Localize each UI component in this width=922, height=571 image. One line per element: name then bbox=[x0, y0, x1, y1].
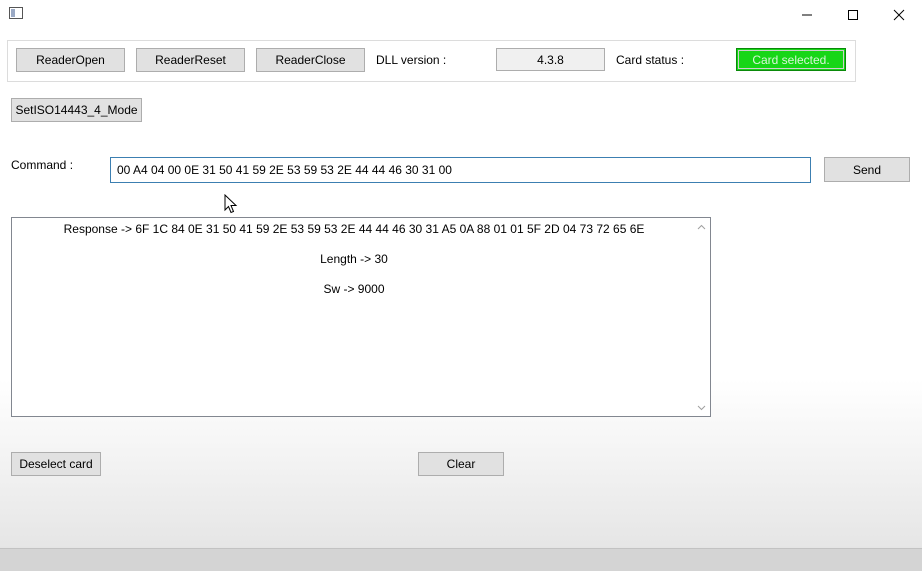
card-status-label: Card status : bbox=[616, 53, 685, 67]
length-line: Length -> 30 bbox=[320, 252, 388, 266]
reader-reset-button[interactable]: ReaderReset bbox=[136, 48, 245, 72]
close-icon bbox=[893, 9, 905, 21]
scroll-down-arrow-icon[interactable] bbox=[693, 399, 710, 416]
response-scrollbar[interactable] bbox=[693, 218, 710, 416]
maximize-icon bbox=[848, 10, 858, 20]
mouse-pointer-icon bbox=[224, 194, 238, 214]
maximize-button[interactable] bbox=[830, 0, 876, 30]
sw-line: Sw -> 9000 bbox=[323, 282, 385, 296]
dll-version-value: 4.3.8 bbox=[496, 48, 605, 71]
status-bar bbox=[0, 548, 922, 571]
deselect-card-button[interactable]: Deselect card bbox=[11, 452, 101, 476]
dll-version-label: DLL version : bbox=[376, 53, 447, 67]
response-line: Response -> 6F 1C 84 0E 31 50 41 59 2E 5… bbox=[63, 222, 645, 236]
clear-button[interactable]: Clear bbox=[418, 452, 504, 476]
app-window-icon bbox=[9, 7, 23, 19]
reader-close-button[interactable]: ReaderClose bbox=[256, 48, 365, 72]
card-status-value: Card selected. bbox=[736, 48, 846, 71]
send-button[interactable]: Send bbox=[824, 157, 910, 182]
command-input[interactable] bbox=[110, 157, 811, 183]
reader-open-button[interactable]: ReaderOpen bbox=[16, 48, 125, 72]
minimize-icon bbox=[802, 14, 812, 16]
set-iso14443-mode-button[interactable]: SetISO14443_4_Mode bbox=[11, 98, 142, 122]
scroll-up-arrow-icon[interactable] bbox=[693, 218, 710, 235]
command-label: Command : bbox=[11, 158, 74, 172]
response-textarea[interactable]: Response -> 6F 1C 84 0E 31 50 41 59 2E 5… bbox=[11, 217, 711, 417]
close-button[interactable] bbox=[876, 0, 922, 30]
minimize-button[interactable] bbox=[784, 0, 830, 30]
